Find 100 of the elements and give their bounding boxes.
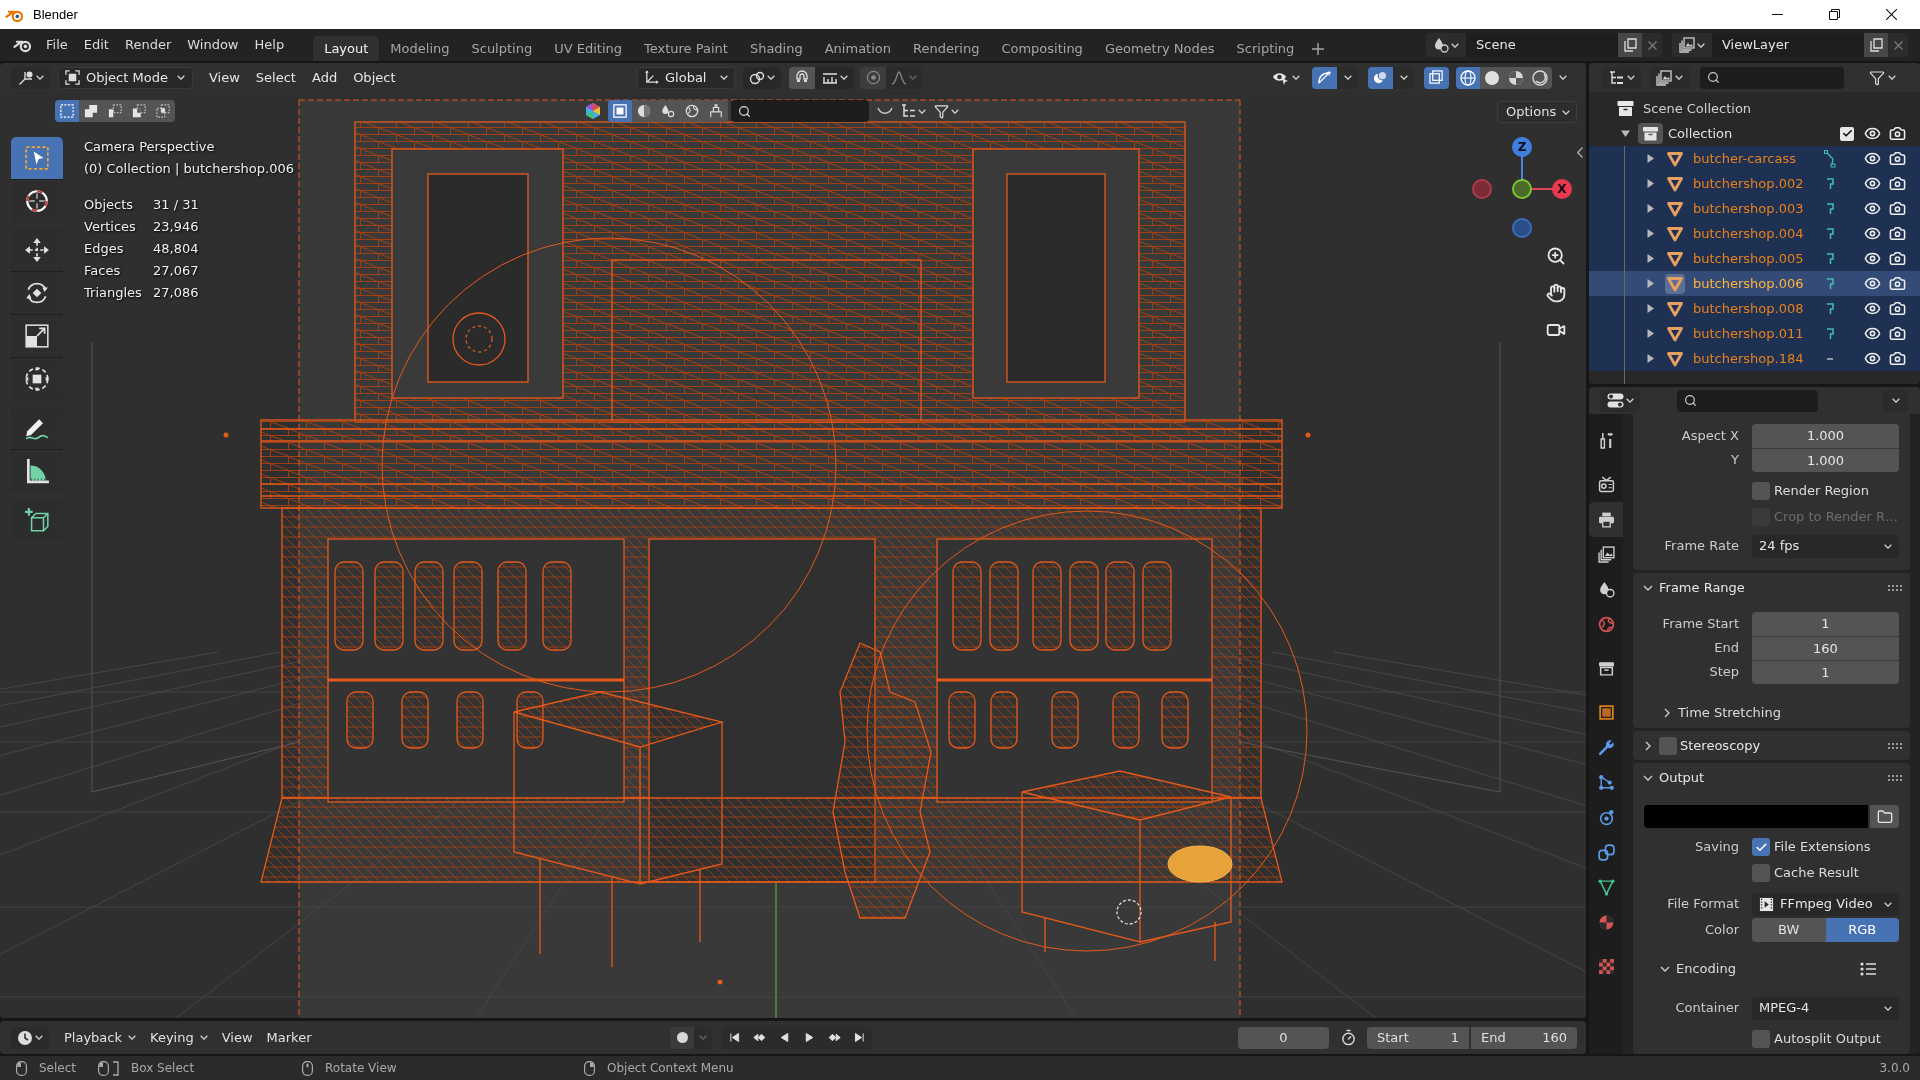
properties-tab[interactable] bbox=[1589, 502, 1623, 537]
camera-icon[interactable] bbox=[1889, 175, 1906, 192]
checkbox[interactable] bbox=[1752, 1030, 1770, 1048]
gizmo-toggle[interactable] bbox=[1312, 66, 1337, 89]
output-path-field[interactable] bbox=[1644, 805, 1868, 828]
eye-icon[interactable] bbox=[1864, 225, 1881, 242]
eye-icon[interactable] bbox=[1864, 250, 1881, 267]
checkbox[interactable] bbox=[1752, 838, 1770, 856]
falloff-dropdown[interactable] bbox=[886, 66, 922, 89]
editor-type-dropdown[interactable] bbox=[11, 66, 50, 89]
unlink-button[interactable] bbox=[1888, 33, 1908, 57]
object-filter-toggle[interactable] bbox=[608, 100, 632, 122]
workspace-tab[interactable]: Rendering bbox=[902, 36, 991, 61]
stopwatch-icon[interactable] bbox=[1340, 1029, 1357, 1046]
menu-item[interactable]: View bbox=[201, 66, 248, 89]
camera-icon[interactable] bbox=[1889, 225, 1906, 242]
workspace-tab[interactable]: Modeling bbox=[379, 36, 461, 61]
camera-icon[interactable] bbox=[1889, 275, 1906, 292]
editor-type-dropdown[interactable] bbox=[1600, 389, 1640, 412]
checkbox[interactable] bbox=[1752, 864, 1770, 882]
frame-number-field[interactable]: 1 bbox=[1752, 612, 1899, 636]
menu-item[interactable]: View bbox=[214, 1026, 260, 1049]
mode-dropdown[interactable]: Object Mode bbox=[58, 66, 193, 89]
auto-keying-toggle[interactable] bbox=[670, 1026, 694, 1049]
workspace-tab[interactable]: Animation bbox=[813, 36, 902, 61]
collapsed-arrow-icon[interactable] bbox=[1646, 354, 1655, 363]
snap-target-dropdown[interactable] bbox=[815, 66, 854, 89]
menu-item[interactable]: Marker bbox=[259, 1026, 319, 1049]
menu-dropdown[interactable]: Playback bbox=[57, 1026, 143, 1049]
shading-mode-button[interactable] bbox=[1528, 66, 1552, 89]
eye-icon[interactable] bbox=[1864, 150, 1881, 167]
collapsed-arrow-icon[interactable] bbox=[1646, 304, 1655, 313]
workspace-tab[interactable]: Sculpting bbox=[460, 36, 544, 61]
preset-list-icon[interactable] bbox=[1860, 962, 1876, 976]
aspect-x-field[interactable]: 1.000 bbox=[1752, 424, 1899, 448]
scene-name-field[interactable]: Scene bbox=[1466, 33, 1618, 57]
aspect-y-field[interactable]: 1.000 bbox=[1752, 448, 1899, 472]
workspace-tab[interactable]: Layout bbox=[313, 36, 380, 61]
camera-icon[interactable] bbox=[1889, 325, 1906, 342]
chevron-right-icon[interactable] bbox=[1662, 708, 1672, 718]
outliner-row[interactable]: butchershop.011 bbox=[1589, 321, 1920, 346]
browse-folder-button[interactable] bbox=[1870, 805, 1899, 828]
pivot-point-dropdown[interactable] bbox=[743, 66, 781, 89]
end-frame-field[interactable]: End 160 bbox=[1471, 1026, 1577, 1049]
sidebar-toggle-icon[interactable] bbox=[1577, 147, 1583, 158]
eye-icon[interactable] bbox=[1864, 275, 1881, 292]
snap-toggle[interactable] bbox=[789, 66, 815, 89]
zoom-icon[interactable] bbox=[1546, 246, 1566, 266]
eye-icon[interactable] bbox=[1864, 175, 1881, 192]
frame-number-field[interactable]: 160 bbox=[1752, 636, 1899, 660]
panel-header[interactable]: Frame Range bbox=[1643, 577, 1745, 598]
search-field[interactable] bbox=[1700, 66, 1844, 89]
menu-item[interactable]: Object bbox=[345, 66, 404, 89]
file-format-dropdown[interactable]: FFmpeg Video bbox=[1752, 892, 1899, 916]
collection-name[interactable]: Collection bbox=[1668, 123, 1733, 144]
frame-number-field[interactable]: 1 bbox=[1752, 660, 1899, 684]
xray-toggle[interactable] bbox=[1424, 66, 1449, 89]
color-mode-button[interactable]: RGB bbox=[1825, 918, 1899, 942]
eye-icon[interactable] bbox=[1864, 200, 1881, 217]
menu-item[interactable]: Window bbox=[179, 33, 247, 57]
collection-checkbox[interactable] bbox=[1840, 126, 1854, 141]
search-field[interactable] bbox=[731, 100, 869, 122]
workspace-tab[interactable]: Geometry Nodes bbox=[1093, 36, 1226, 61]
workspace-tab[interactable]: Shading bbox=[738, 36, 814, 61]
menu-item[interactable]: Add bbox=[303, 66, 346, 89]
duplicate-button[interactable] bbox=[1864, 33, 1888, 57]
outliner-row[interactable]: butchershop.003 bbox=[1589, 196, 1920, 221]
outliner-row[interactable]: butchershop.008 bbox=[1589, 296, 1920, 321]
hand-icon[interactable] bbox=[1546, 283, 1566, 303]
duplicate-button[interactable] bbox=[1618, 33, 1642, 57]
curve-icon[interactable] bbox=[877, 106, 893, 116]
chevron-down-icon[interactable] bbox=[1660, 964, 1670, 974]
outliner-row[interactable]: butchershop.004 bbox=[1589, 221, 1920, 246]
camera-icon[interactable] bbox=[1889, 250, 1906, 267]
camera-icon[interactable] bbox=[1889, 150, 1906, 167]
menu-dropdown[interactable]: Keying bbox=[143, 1026, 215, 1049]
workspace-tab[interactable]: Compositing bbox=[990, 36, 1094, 61]
workspace-tab[interactable]: Texture Paint bbox=[633, 36, 739, 61]
eye-icon[interactable] bbox=[1864, 125, 1881, 142]
expanded-arrow-icon[interactable] bbox=[1621, 129, 1630, 138]
view-layer-name-field[interactable]: ViewLayer bbox=[1712, 33, 1864, 57]
proportional-edit-toggle[interactable] bbox=[860, 66, 886, 89]
camera-icon[interactable] bbox=[1889, 125, 1906, 142]
workspace-tab[interactable]: UV Editing bbox=[543, 36, 633, 61]
selection-mode-button[interactable] bbox=[79, 100, 103, 122]
search-field[interactable] bbox=[1677, 389, 1818, 412]
options-dropdown[interactable]: Options bbox=[1497, 101, 1577, 123]
camera-icon[interactable] bbox=[1889, 200, 1906, 217]
outliner-row[interactable]: butchershop.002 bbox=[1589, 171, 1920, 196]
collapsed-arrow-icon[interactable] bbox=[1646, 279, 1655, 288]
frame-rate-dropdown[interactable]: 24 fps bbox=[1752, 534, 1899, 558]
collapsed-arrow-icon[interactable] bbox=[1646, 229, 1655, 238]
scene-browse-dropdown[interactable] bbox=[1426, 33, 1466, 57]
current-frame-field[interactable]: 0 bbox=[1238, 1026, 1329, 1049]
menu-item[interactable]: Help bbox=[246, 33, 293, 57]
menu-item[interactable]: File bbox=[38, 33, 76, 57]
panel-header[interactable]: Output bbox=[1643, 768, 1705, 788]
subpanel-header[interactable]: Encoding bbox=[1660, 959, 1736, 979]
editor-type-dropdown[interactable] bbox=[11, 1026, 49, 1049]
collapsed-arrow-icon[interactable] bbox=[1646, 179, 1655, 188]
